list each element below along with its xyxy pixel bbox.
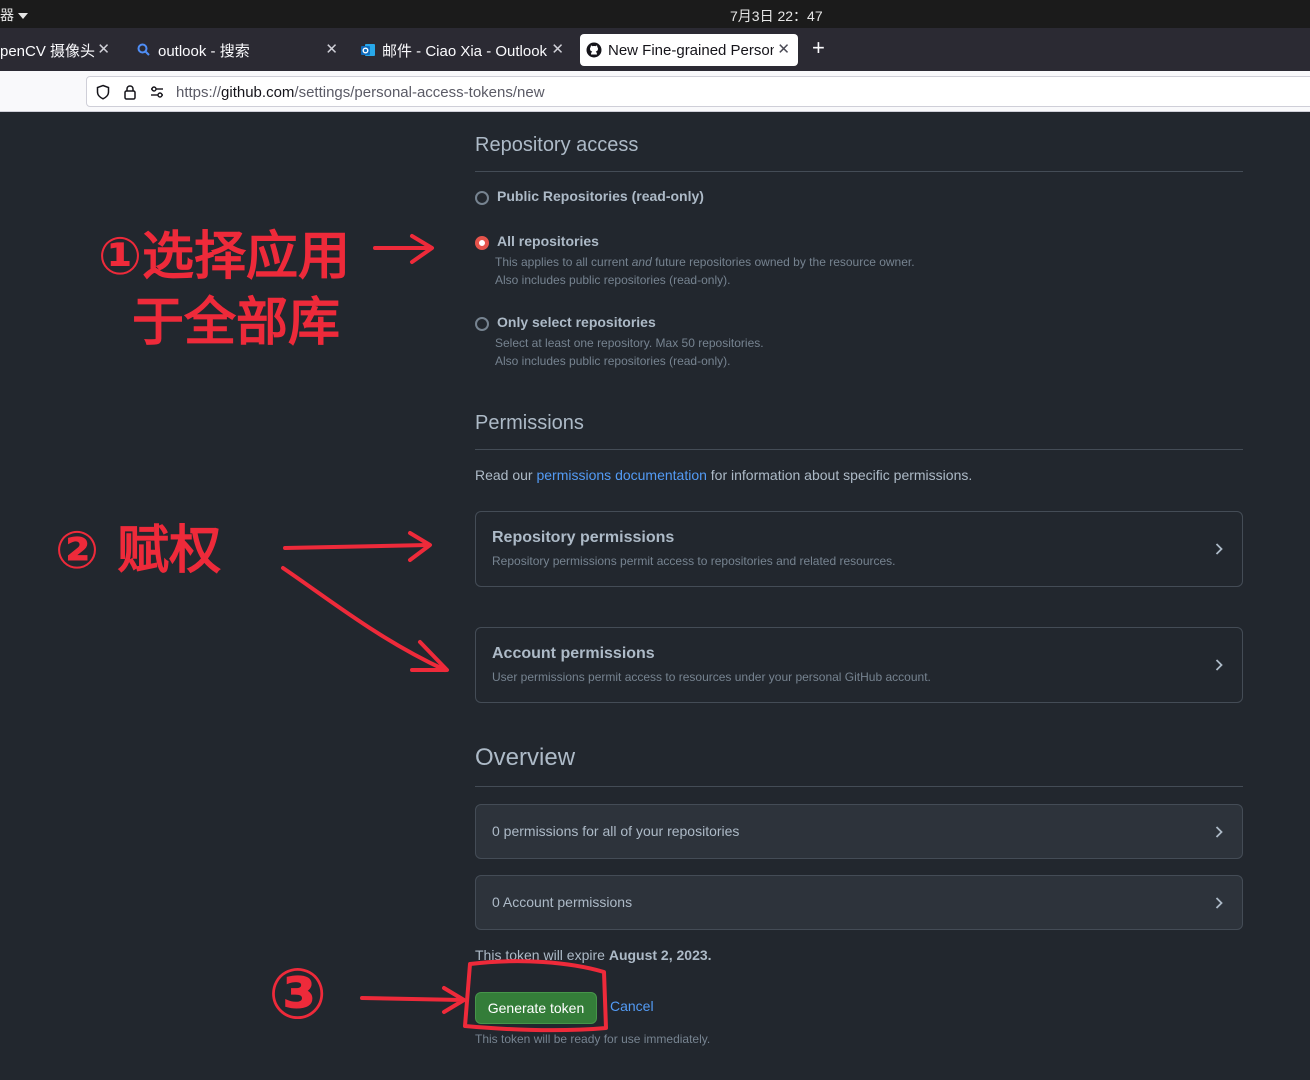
browser-tab-strip: penCV 摄像头 C ✕ outlook - 搜索 ✕ 邮件 - Ciao X…: [0, 28, 1310, 71]
radio-button[interactable]: [475, 317, 489, 331]
tab-title: New Fine-grained Person: [608, 41, 774, 59]
panel-title: Repository permissions: [492, 529, 675, 546]
os-menu-label: 器: [0, 7, 14, 23]
outlook-icon: [361, 44, 375, 56]
radio-description-2: Also includes public repositories (read-…: [495, 273, 731, 287]
tab-opencv[interactable]: penCV 摄像头 C ✕: [0, 34, 118, 66]
os-top-bar: 器 7月3日 22：47: [0, 0, 1310, 28]
repository-access-heading: Repository access: [475, 134, 639, 156]
lock-icon[interactable]: [122, 84, 138, 100]
radio-description: Select at least one repository. Max 50 r…: [495, 336, 764, 350]
github-icon: [586, 42, 602, 58]
generate-token-button[interactable]: Generate token: [475, 992, 597, 1024]
chevron-right-icon: [1215, 543, 1223, 555]
account-permissions-summary[interactable]: 0 Account permissions: [475, 875, 1243, 930]
close-icon[interactable]: ✕: [325, 40, 338, 58]
repository-permissions-summary[interactable]: 0 permissions for all of your repositori…: [475, 804, 1243, 859]
radio-button[interactable]: [475, 191, 489, 205]
caret-down-icon: [18, 13, 28, 20]
tab-title: 邮件 - Ciao Xia - Outlook: [382, 42, 548, 60]
panel-description: User permissions permit access to resour…: [492, 670, 931, 684]
cancel-link[interactable]: Cancel: [610, 998, 654, 1014]
url-path: /settings/personal-access-tokens/new: [294, 84, 545, 101]
url-scheme: https://: [176, 84, 222, 101]
radio-description: This applies to all current and future r…: [495, 255, 915, 269]
os-clock[interactable]: 7月3日 22：47: [730, 6, 823, 26]
url-text[interactable]: https://github.com/settings/personal-acc…: [176, 84, 545, 101]
summary-label: 0 permissions for all of your repositori…: [492, 823, 740, 839]
search-icon: [137, 43, 150, 56]
address-bar[interactable]: https://github.com/settings/personal-acc…: [86, 76, 1310, 107]
chevron-right-icon: [1215, 659, 1223, 671]
tab-title: outlook - 搜索: [158, 42, 250, 60]
overview-heading: Overview: [475, 744, 576, 771]
new-tab-button[interactable]: +: [812, 37, 825, 59]
permissions-documentation-link[interactable]: permissions documentation: [536, 467, 706, 483]
divider: [475, 449, 1243, 450]
summary-label: 0 Account permissions: [492, 894, 633, 910]
browser-nav-bar: https://github.com/settings/personal-acc…: [0, 71, 1310, 112]
tab-outlook-mail[interactable]: 邮件 - Ciao Xia - Outlook ✕: [360, 34, 572, 66]
close-icon[interactable]: ✕: [97, 40, 110, 58]
token-expiry-text: This token will expire August 2, 2023.: [475, 947, 712, 963]
token-ready-note: This token will be ready for use immedia…: [475, 1032, 711, 1046]
panel-title: Account permissions: [492, 645, 655, 662]
tab-github-token[interactable]: New Fine-grained Person ✕: [580, 34, 798, 66]
account-permissions-panel[interactable]: Account permissions User permissions per…: [475, 627, 1243, 703]
repository-permissions-panel[interactable]: Repository permissions Repository permis…: [475, 511, 1243, 587]
tab-outlook-search[interactable]: outlook - 搜索 ✕: [136, 34, 346, 66]
divider: [475, 171, 1243, 172]
radio-label: Public Repositories (read-only): [497, 188, 704, 204]
chevron-right-icon: [1215, 826, 1223, 838]
expiry-date: August 2, 2023.: [608, 947, 712, 963]
close-icon[interactable]: ✕: [551, 40, 564, 58]
os-menu[interactable]: 器: [0, 5, 28, 25]
radio-label: Only select repositories: [497, 314, 656, 330]
chevron-right-icon: [1215, 897, 1223, 909]
permissions-heading: Permissions: [475, 412, 584, 434]
radio-button-selected[interactable]: [475, 236, 489, 250]
radio-description-2: Also includes public repositories (read-…: [495, 354, 731, 368]
permissions-intro: Read our permissions documentation for i…: [475, 467, 973, 483]
shield-icon[interactable]: [95, 84, 111, 100]
divider: [475, 786, 1243, 787]
tab-title: penCV 摄像头 C: [0, 42, 95, 60]
permissions-icon[interactable]: [149, 84, 165, 100]
close-icon[interactable]: ✕: [777, 40, 790, 58]
url-host: github.com: [221, 84, 295, 101]
radio-label: All repositories: [497, 233, 599, 249]
panel-description: Repository permissions permit access to …: [492, 554, 896, 568]
github-page: Repository access Public Repositories (r…: [0, 112, 1310, 1080]
